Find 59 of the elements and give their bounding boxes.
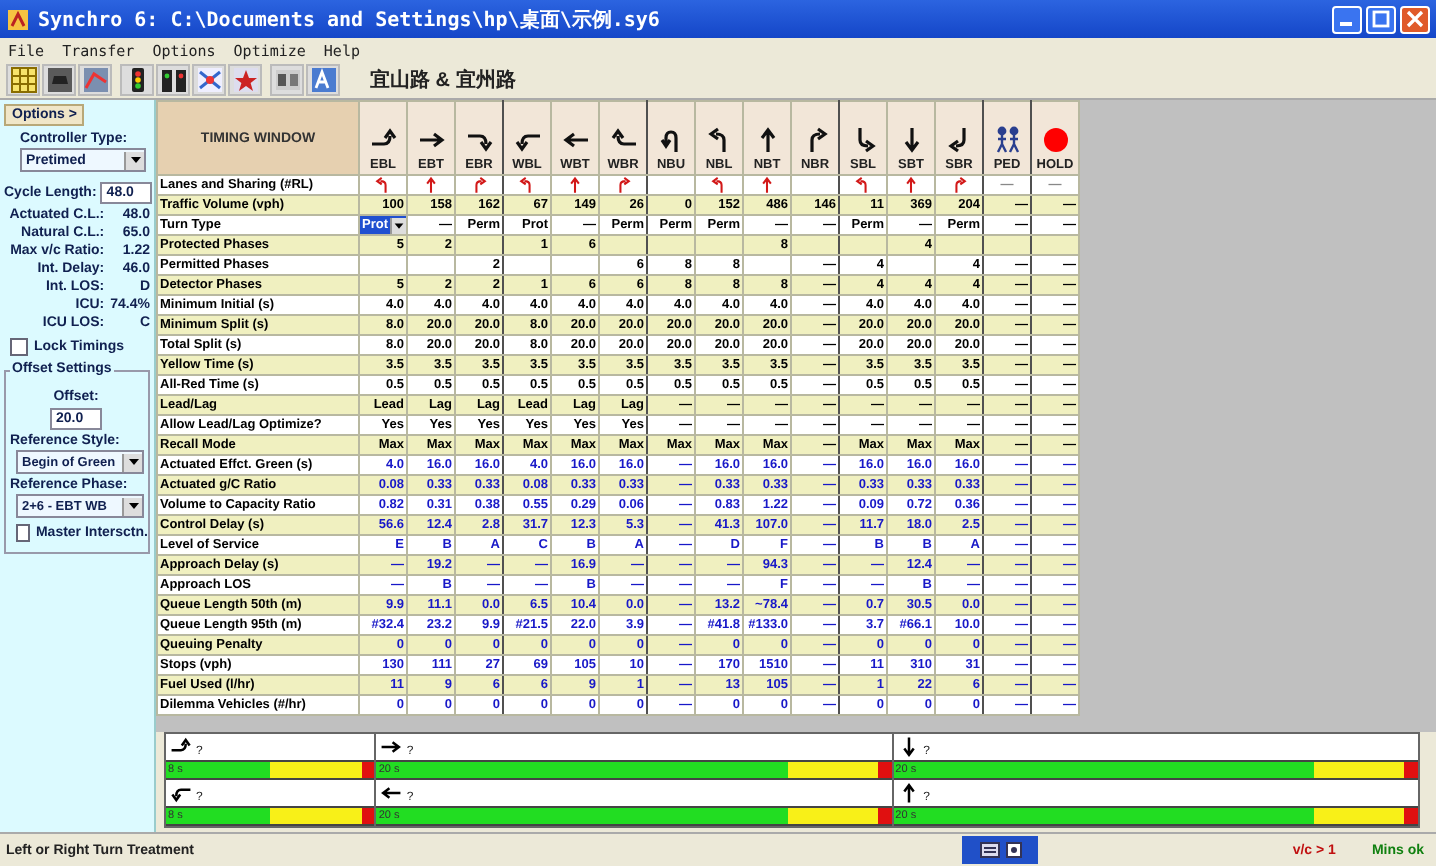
caret-icon bbox=[125, 498, 141, 514]
car-tool-icon bbox=[45, 66, 73, 94]
network-tool-icon bbox=[195, 66, 223, 94]
clearance-interval bbox=[1404, 762, 1418, 778]
timing-tool-icon bbox=[273, 66, 301, 94]
app-icon bbox=[6, 7, 30, 31]
change-interval bbox=[788, 762, 879, 778]
change-interval bbox=[788, 808, 879, 824]
checkbox[interactable] bbox=[16, 524, 30, 542]
minimize-button[interactable] bbox=[1332, 5, 1362, 33]
grid-tool-icon bbox=[9, 66, 37, 94]
pedestrians-icon bbox=[993, 126, 1021, 154]
clearance-interval bbox=[878, 762, 892, 778]
intersection-name: 宜山路 & 宜州路 bbox=[370, 66, 516, 94]
timing-tool-button[interactable] bbox=[270, 64, 304, 96]
lane-arrow-icon bbox=[854, 176, 872, 194]
traffic-lights-button[interactable] bbox=[156, 64, 190, 96]
traffic-lights-icon bbox=[159, 66, 187, 94]
clearance-interval bbox=[878, 808, 892, 824]
arrow-icon bbox=[380, 782, 403, 804]
caret-icon bbox=[127, 152, 143, 168]
lane-arrow-icon bbox=[902, 176, 920, 194]
change-interval bbox=[1313, 808, 1405, 824]
checkbox[interactable] bbox=[10, 338, 28, 356]
clearance-interval bbox=[1404, 808, 1418, 824]
change-interval bbox=[1313, 762, 1405, 778]
lane-arrow-icon bbox=[950, 176, 968, 194]
close-button[interactable] bbox=[1400, 5, 1430, 33]
grid-tool-button[interactable] bbox=[6, 64, 40, 96]
map-tool-icon bbox=[81, 66, 109, 94]
help-icon bbox=[1005, 842, 1021, 858]
window-title: Synchro 6: C:\Documents and Settings\hp\桌面\示例.sy6 bbox=[38, 7, 662, 33]
star-tool-button[interactable] bbox=[228, 64, 262, 96]
lane-arrow-icon bbox=[566, 176, 584, 194]
lane-arrow-icon bbox=[614, 176, 632, 194]
star-tool-icon bbox=[231, 66, 259, 94]
chart-tool-button[interactable] bbox=[306, 64, 340, 96]
car-tool-button[interactable] bbox=[42, 64, 76, 96]
traffic-light-button[interactable] bbox=[120, 64, 154, 96]
lane-arrow-icon bbox=[710, 176, 728, 194]
lane-arrow-icon bbox=[758, 176, 776, 194]
network-tool-button[interactable] bbox=[192, 64, 226, 96]
stop-light-icon bbox=[1041, 126, 1069, 154]
lane-arrow-icon bbox=[374, 176, 392, 194]
change-interval bbox=[270, 762, 362, 778]
arrow-icon bbox=[380, 736, 403, 758]
lane-arrow-icon bbox=[518, 176, 536, 194]
chart-tool-icon bbox=[309, 66, 337, 94]
close-icon bbox=[1406, 10, 1424, 28]
arrow-icon bbox=[897, 736, 920, 758]
caret-icon bbox=[125, 454, 141, 470]
maximize-icon bbox=[1372, 10, 1390, 28]
change-interval bbox=[270, 808, 362, 824]
keyboard-icon bbox=[979, 842, 999, 858]
maximize-button[interactable] bbox=[1366, 5, 1396, 33]
arrow-icon bbox=[897, 782, 920, 804]
caret-icon bbox=[392, 217, 406, 233]
lane-arrow-icon bbox=[470, 176, 488, 194]
lane-arrow-icon bbox=[422, 176, 440, 194]
